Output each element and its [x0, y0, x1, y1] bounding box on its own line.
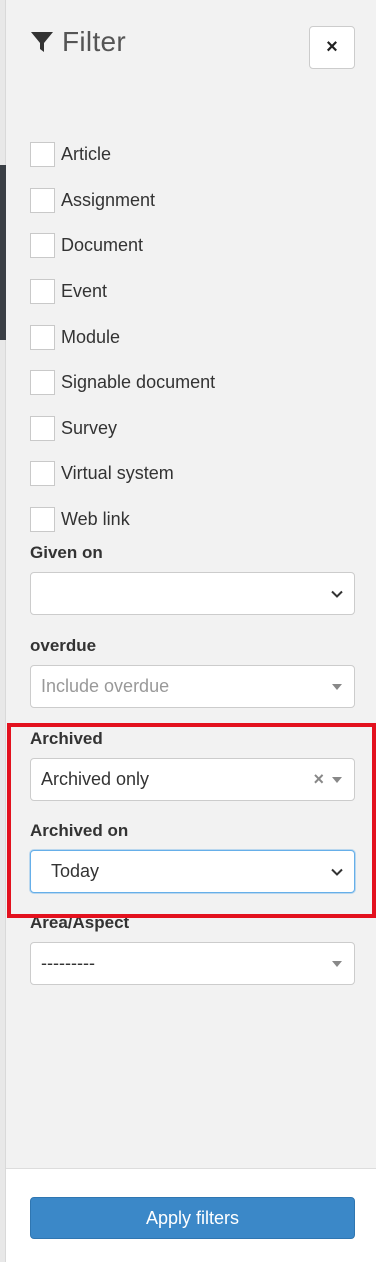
type-item-event[interactable]: Event	[30, 269, 215, 315]
archived-value: Archived only	[41, 769, 150, 789]
archived-on-select[interactable]: Today	[30, 850, 355, 893]
archived-select[interactable]: Archived only ×	[30, 758, 355, 801]
type-item-signable-document[interactable]: Signable document	[30, 360, 215, 406]
clear-selection-icon[interactable]: ×	[313, 769, 324, 790]
checkbox[interactable]	[30, 187, 55, 213]
archived-on-value: Today	[51, 861, 100, 881]
type-item-web-link[interactable]: Web link	[30, 497, 215, 543]
checkbox[interactable]	[30, 461, 55, 487]
caret-down-icon	[332, 683, 342, 690]
type-item-assignment[interactable]: Assignment	[30, 178, 215, 224]
filter-footer: Apply filters	[6, 1168, 376, 1262]
type-label: Survey	[61, 417, 118, 438]
area-aspect-value: ---------	[41, 953, 95, 973]
close-button[interactable]: ×	[309, 26, 355, 69]
type-item-survey[interactable]: Survey	[30, 406, 215, 452]
type-label: Web link	[61, 509, 130, 530]
checkbox[interactable]	[30, 142, 55, 168]
close-icon: ×	[326, 36, 338, 58]
area-aspect-label: Area/Aspect	[30, 913, 130, 932]
filter-header: Filter	[30, 26, 126, 58]
type-item-virtual-system[interactable]: Virtual system	[30, 451, 215, 497]
type-label: Event	[61, 281, 108, 302]
type-label: Signable document	[61, 372, 216, 393]
archived-label: Archived	[30, 729, 103, 748]
given-on-label: Given on	[30, 543, 103, 562]
checkbox[interactable]	[30, 370, 55, 396]
filter-panel: Filter × Article Assignment Document Eve…	[6, 0, 376, 1262]
checkbox[interactable]	[30, 415, 55, 441]
type-label: Article	[61, 144, 112, 165]
chevron-down-icon	[331, 590, 343, 598]
type-item-document[interactable]: Document	[30, 223, 215, 269]
overdue-label: overdue	[30, 636, 97, 655]
type-item-module[interactable]: Module	[30, 314, 215, 360]
given-on-select[interactable]	[30, 572, 355, 615]
caret-down-icon	[332, 776, 342, 783]
overdue-placeholder: Include overdue	[41, 676, 170, 696]
filter-title: Filter	[62, 26, 127, 57]
type-item-article[interactable]: Article	[30, 132, 215, 178]
type-label: Document	[61, 235, 144, 256]
apply-filters-button[interactable]: Apply filters	[30, 1197, 355, 1239]
type-label: Assignment	[61, 189, 156, 210]
area-aspect-select[interactable]: ---------	[30, 942, 355, 985]
type-label: Virtual system	[61, 463, 174, 484]
checkbox[interactable]	[30, 324, 55, 350]
archived-on-label: Archived on	[30, 821, 129, 840]
checkbox[interactable]	[30, 233, 55, 259]
overdue-select[interactable]: Include overdue	[30, 665, 355, 708]
type-label: Module	[61, 326, 121, 347]
chevron-down-icon	[331, 868, 343, 876]
checkbox[interactable]	[30, 279, 55, 305]
content-type-list: Article Assignment Document Event Module…	[30, 132, 215, 542]
filter-funnel-icon	[31, 32, 53, 52]
checkbox[interactable]	[30, 507, 55, 533]
caret-down-icon	[332, 960, 342, 967]
